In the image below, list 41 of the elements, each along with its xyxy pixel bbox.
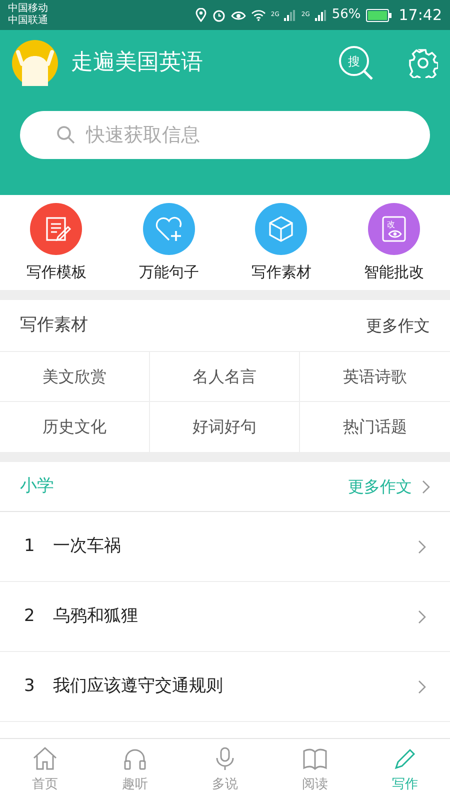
chevron-icon bbox=[418, 610, 426, 624]
avatar-icon[interactable] bbox=[12, 40, 58, 86]
essay-row[interactable]: 2 乌鸦和狐狸 bbox=[0, 582, 450, 652]
section-title: 写作素材 bbox=[20, 314, 88, 337]
signal-icon bbox=[284, 10, 296, 20]
row-number: 1 bbox=[24, 534, 36, 558]
more-link[interactable]: 更多作文 bbox=[366, 314, 430, 338]
carrier-name: 中国移动 bbox=[8, 3, 48, 14]
carrier-name: 中国联通 bbox=[8, 15, 48, 27]
search-icon bbox=[56, 125, 76, 145]
shortcut-button[interactable]: 写作素材 bbox=[225, 203, 338, 290]
essay-title: 一次车祸 bbox=[53, 534, 121, 558]
eye-icon bbox=[230, 9, 246, 21]
app-title: 走遍美国英语 bbox=[71, 49, 203, 77]
clock-time: 17:42 bbox=[398, 4, 442, 26]
chevron-icon bbox=[418, 540, 426, 554]
row-number: 2 bbox=[24, 604, 36, 628]
category-item[interactable]: 名人名言 bbox=[150, 352, 300, 402]
wifi-icon bbox=[250, 9, 266, 21]
battery-percent: 56% bbox=[332, 6, 361, 24]
category-item[interactable]: 美文欣赏 bbox=[0, 352, 150, 402]
category-item[interactable]: 英语诗歌 bbox=[300, 352, 450, 402]
chevron-icon bbox=[422, 480, 430, 494]
shortcut-button[interactable]: 改 智能批改 bbox=[338, 203, 450, 290]
chevron-icon bbox=[418, 680, 426, 694]
shortcut-button[interactable]: 写作模板 bbox=[0, 203, 112, 290]
essay-title: 我们应该遵守交通规则 bbox=[53, 674, 223, 698]
row-number: 3 bbox=[24, 674, 36, 698]
category-item[interactable]: 热门话题 bbox=[300, 402, 450, 452]
alarm-icon bbox=[212, 8, 226, 22]
battery-icon bbox=[366, 8, 392, 22]
location-icon bbox=[194, 8, 207, 22]
home-icon bbox=[31, 744, 59, 773]
essay-row[interactable]: 3 我们应该遵守交通规则 bbox=[0, 652, 450, 722]
signal-icon bbox=[314, 10, 327, 20]
essay-row[interactable]: 1 一次车祸 bbox=[0, 512, 450, 582]
shortcut-icon: 改 bbox=[368, 203, 420, 255]
essay-title: 乌鸦和狐狸 bbox=[53, 604, 138, 628]
settings-icon[interactable] bbox=[408, 48, 438, 78]
section-title: 小学 bbox=[20, 474, 54, 498]
shortcut-button[interactable]: 万能句子 bbox=[112, 203, 225, 290]
